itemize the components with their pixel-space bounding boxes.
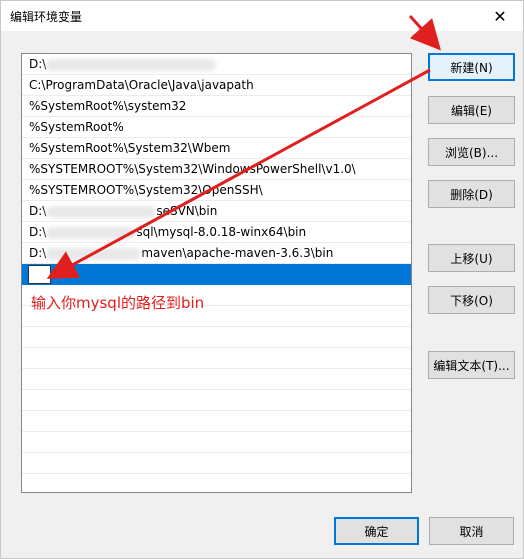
empty-row bbox=[22, 432, 411, 453]
title-bar: 编辑环境变量 ✕ bbox=[1, 1, 523, 31]
edit-text-button[interactable]: 编辑文本(T)... bbox=[428, 351, 515, 379]
path-text: %SYSTEMROOT%\System32\WindowsPowerShell\… bbox=[29, 162, 356, 176]
close-button[interactable]: ✕ bbox=[477, 1, 523, 31]
empty-row bbox=[22, 453, 411, 474]
empty-row bbox=[22, 474, 411, 492]
path-text: D:\ bbox=[29, 225, 47, 239]
window-title: 编辑环境变量 bbox=[10, 10, 83, 24]
path-row[interactable]: %SystemRoot%\System32\Wbem bbox=[22, 138, 411, 159]
path-text: %SYSTEMROOT%\System32\OpenSSH\ bbox=[29, 183, 263, 197]
path-text: %SystemRoot% bbox=[29, 120, 124, 134]
edit-button[interactable]: 编辑(E) bbox=[428, 96, 515, 124]
redacted-segment bbox=[46, 205, 157, 218]
path-text: %SystemRoot%\system32 bbox=[29, 99, 187, 113]
path-row[interactable]: D:\ bbox=[22, 54, 411, 75]
move-up-button[interactable]: 上移(U) bbox=[428, 244, 515, 272]
path-row[interactable]: D:\ sql\mysql-8.0.18-winx64\bin bbox=[22, 222, 411, 243]
path-row[interactable]: %SYSTEMROOT%\System32\WindowsPowerShell\… bbox=[22, 159, 411, 180]
path-text: D:\ bbox=[29, 246, 47, 260]
annotation-text: 输入你mysql的路径到bin bbox=[31, 294, 205, 312]
cancel-button[interactable]: 取消 bbox=[429, 517, 514, 545]
path-row[interactable]: %SystemRoot% bbox=[22, 117, 411, 138]
path-row[interactable]: %SystemRoot%\system32 bbox=[22, 96, 411, 117]
path-text-suffix: maven\apache-maven-3.6.3\bin bbox=[141, 246, 334, 260]
empty-row bbox=[22, 411, 411, 432]
path-row[interactable]: D:\ seSVN\bin bbox=[22, 201, 411, 222]
empty-row bbox=[22, 369, 411, 390]
path-text: D:\ bbox=[29, 204, 47, 218]
browse-button[interactable]: 浏览(B)... bbox=[428, 138, 515, 166]
path-row[interactable]: C:\ProgramData\Oracle\Java\javapath bbox=[22, 75, 411, 96]
close-icon: ✕ bbox=[493, 6, 507, 26]
path-text-suffix: sql\mysql-8.0.18-winx64\bin bbox=[136, 225, 307, 239]
path-row[interactable]: %SYSTEMROOT%\System32\OpenSSH\ bbox=[22, 180, 411, 201]
path-text: D:\ bbox=[29, 57, 47, 71]
ok-button[interactable]: 确定 bbox=[334, 517, 419, 545]
move-down-button[interactable]: 下移(O) bbox=[428, 286, 515, 314]
path-text: C:\ProgramData\Oracle\Java\javapath bbox=[29, 78, 254, 92]
empty-row bbox=[22, 327, 411, 348]
edit-env-var-dialog: 编辑环境变量 ✕ D:\ C:\ProgramData\Oracle\Java\j… bbox=[0, 0, 524, 559]
path-list[interactable]: D:\ C:\ProgramData\Oracle\Java\javapath %S… bbox=[21, 53, 412, 493]
path-row[interactable]: D:\ maven\apache-maven-3.6.3\bin bbox=[22, 243, 411, 264]
redacted-segment bbox=[46, 226, 137, 239]
empty-row bbox=[22, 390, 411, 411]
path-edit-input[interactable] bbox=[28, 265, 51, 284]
path-text: %SystemRoot%\System32\Wbem bbox=[29, 141, 231, 155]
redacted-segment bbox=[46, 247, 142, 260]
selected-new-row[interactable] bbox=[22, 264, 411, 285]
empty-row bbox=[22, 348, 411, 369]
path-text-suffix: seSVN\bin bbox=[156, 204, 218, 218]
delete-button[interactable]: 删除(D) bbox=[428, 180, 515, 208]
new-button[interactable]: 新建(N) bbox=[428, 53, 515, 81]
redacted-segment bbox=[46, 58, 217, 71]
